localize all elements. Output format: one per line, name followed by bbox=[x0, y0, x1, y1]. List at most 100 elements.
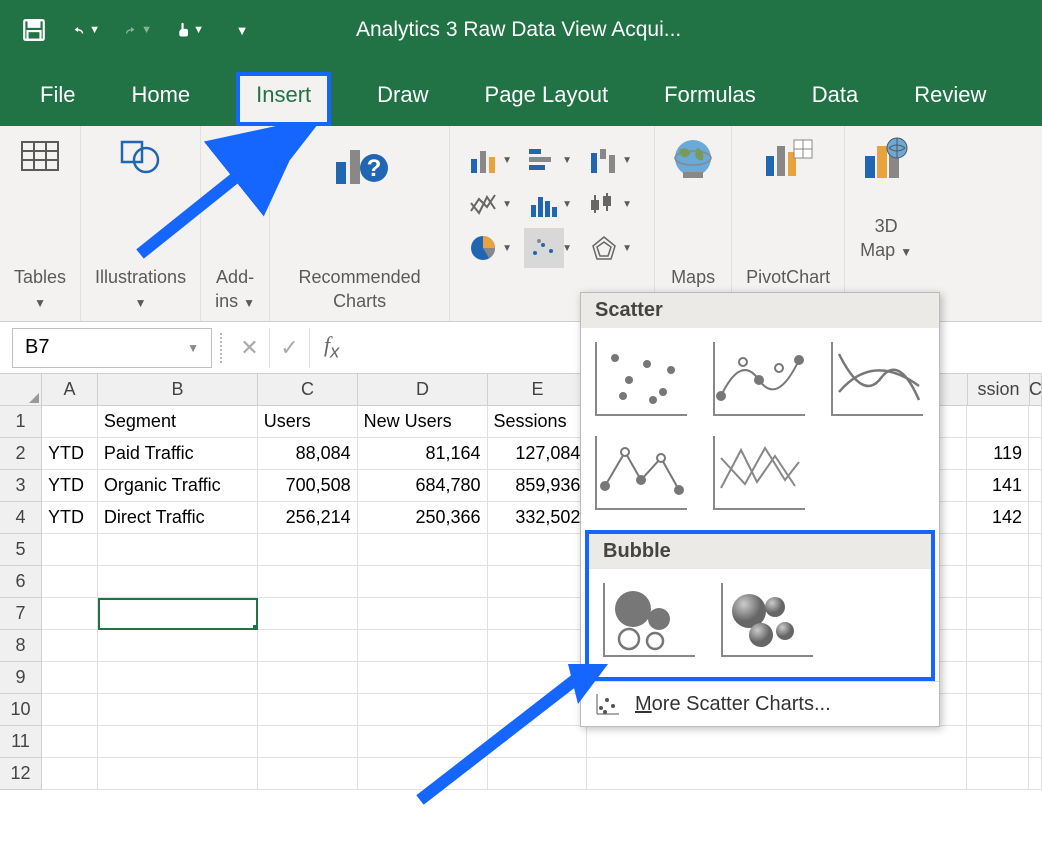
tab-draw[interactable]: Draw bbox=[367, 72, 438, 126]
cell[interactable] bbox=[488, 758, 588, 790]
row-header[interactable]: 11 bbox=[0, 726, 42, 758]
cell[interactable]: 332,502 bbox=[488, 502, 588, 534]
col-header-E[interactable]: E bbox=[488, 374, 588, 405]
cell[interactable]: YTD bbox=[42, 470, 98, 502]
cell[interactable]: 250,366 bbox=[358, 502, 488, 534]
enter-icon[interactable]: ✓ bbox=[270, 328, 310, 368]
cancel-icon[interactable]: ✕ bbox=[230, 328, 270, 368]
cell[interactable] bbox=[1029, 438, 1042, 470]
cell[interactable] bbox=[1029, 630, 1042, 662]
cell[interactable] bbox=[258, 598, 358, 630]
cell[interactable] bbox=[258, 726, 358, 758]
cell[interactable] bbox=[358, 630, 488, 662]
cell[interactable]: 81,164 bbox=[358, 438, 488, 470]
ribbon-group-illustrations[interactable]: Illustrations▼ bbox=[81, 126, 201, 321]
stock-chart-icon[interactable]: ▼ bbox=[584, 184, 624, 224]
cell[interactable] bbox=[1029, 598, 1042, 630]
cell[interactable]: Organic Traffic bbox=[98, 470, 258, 502]
cell[interactable] bbox=[1029, 534, 1042, 566]
cell[interactable]: 142 bbox=[967, 502, 1029, 534]
cell[interactable]: Sessions bbox=[488, 406, 588, 438]
name-box[interactable]: B7 ▼ bbox=[12, 328, 212, 368]
cell[interactable]: 859,936 bbox=[488, 470, 588, 502]
cell[interactable] bbox=[488, 694, 588, 726]
cell[interactable] bbox=[488, 630, 588, 662]
chevron-down-icon[interactable]: ▼ bbox=[187, 341, 199, 355]
ribbon-group-addins[interactable]: Add- ins ▼ bbox=[201, 126, 270, 321]
cell[interactable] bbox=[1029, 406, 1042, 438]
cell[interactable] bbox=[358, 726, 488, 758]
cell[interactable] bbox=[42, 662, 98, 694]
cell[interactable] bbox=[488, 566, 588, 598]
row-header[interactable]: 4 bbox=[0, 502, 42, 534]
bubble-3d-chart-option[interactable] bbox=[721, 583, 813, 657]
col-header-A[interactable]: A bbox=[42, 374, 98, 405]
tab-formulas[interactable]: Formulas bbox=[654, 72, 766, 126]
cell[interactable] bbox=[1029, 502, 1042, 534]
cell[interactable] bbox=[967, 758, 1029, 790]
row-header[interactable]: 2 bbox=[0, 438, 42, 470]
cell[interactable] bbox=[42, 406, 98, 438]
scatter-smooth-markers-option[interactable] bbox=[713, 342, 805, 416]
cell[interactable] bbox=[42, 598, 98, 630]
cell[interactable] bbox=[1029, 694, 1042, 726]
pie-chart-icon[interactable]: ▼ bbox=[464, 228, 504, 268]
undo-icon[interactable]: ▼ bbox=[72, 16, 100, 44]
cell[interactable] bbox=[967, 406, 1029, 438]
cell[interactable]: New Users bbox=[358, 406, 488, 438]
cell[interactable] bbox=[967, 694, 1029, 726]
touch-mode-icon[interactable]: ▼ bbox=[176, 16, 204, 44]
row-header[interactable]: 8 bbox=[0, 630, 42, 662]
cell[interactable]: 141 bbox=[967, 470, 1029, 502]
scatter-chart-icon[interactable]: ▼ bbox=[524, 228, 564, 268]
cell[interactable]: YTD bbox=[42, 438, 98, 470]
cell[interactable] bbox=[258, 694, 358, 726]
cell[interactable]: 119 bbox=[967, 438, 1029, 470]
waterfall-chart-icon[interactable]: ▼ bbox=[584, 140, 624, 180]
cell[interactable]: Users bbox=[258, 406, 358, 438]
histogram-icon[interactable]: ▼ bbox=[524, 184, 564, 224]
cell[interactable]: 127,084 bbox=[488, 438, 588, 470]
customize-qat-icon[interactable]: ▼ bbox=[228, 16, 256, 44]
cell[interactable]: Direct Traffic bbox=[98, 502, 258, 534]
cell[interactable]: 700,508 bbox=[258, 470, 358, 502]
fx-icon[interactable]: fx bbox=[310, 332, 353, 362]
cell[interactable]: Segment bbox=[98, 406, 258, 438]
save-icon[interactable] bbox=[20, 16, 48, 44]
cell[interactable] bbox=[358, 534, 488, 566]
column-chart-icon[interactable]: ▼ bbox=[464, 140, 504, 180]
cell[interactable] bbox=[258, 630, 358, 662]
cell[interactable] bbox=[258, 758, 358, 790]
cell[interactable] bbox=[98, 758, 258, 790]
row-header[interactable]: 7 bbox=[0, 598, 42, 630]
cell[interactable] bbox=[358, 694, 488, 726]
scatter-smooth-option[interactable] bbox=[831, 342, 923, 416]
cell[interactable] bbox=[98, 566, 258, 598]
cell[interactable] bbox=[1029, 758, 1042, 790]
col-header-C[interactable]: C bbox=[258, 374, 358, 405]
cell[interactable] bbox=[587, 726, 967, 758]
cell[interactable] bbox=[42, 726, 98, 758]
bubble-chart-option[interactable] bbox=[603, 583, 695, 657]
cell[interactable] bbox=[967, 630, 1029, 662]
col-header-B[interactable]: B bbox=[98, 374, 258, 405]
more-scatter-charts[interactable]: MMore Scatter Charts...ore Scatter Chart… bbox=[581, 681, 939, 726]
tab-file[interactable]: File bbox=[30, 72, 85, 126]
tab-home[interactable]: Home bbox=[121, 72, 200, 126]
tab-insert[interactable]: Insert bbox=[236, 72, 331, 126]
cell[interactable] bbox=[967, 566, 1029, 598]
tab-page-layout[interactable]: Page Layout bbox=[475, 72, 619, 126]
cell[interactable] bbox=[42, 566, 98, 598]
select-all-corner[interactable] bbox=[0, 374, 42, 405]
cell[interactable] bbox=[967, 534, 1029, 566]
cell[interactable] bbox=[98, 630, 258, 662]
cell[interactable] bbox=[1029, 726, 1042, 758]
col-header-partial2[interactable]: C bbox=[1030, 374, 1042, 405]
cell[interactable]: YTD bbox=[42, 502, 98, 534]
scatter-straight-option[interactable] bbox=[713, 436, 805, 510]
cell[interactable] bbox=[98, 598, 258, 630]
line-chart-icon[interactable]: ▼ bbox=[464, 184, 504, 224]
cell[interactable] bbox=[98, 694, 258, 726]
cell[interactable] bbox=[1029, 566, 1042, 598]
scatter-chart-option[interactable] bbox=[595, 342, 687, 416]
